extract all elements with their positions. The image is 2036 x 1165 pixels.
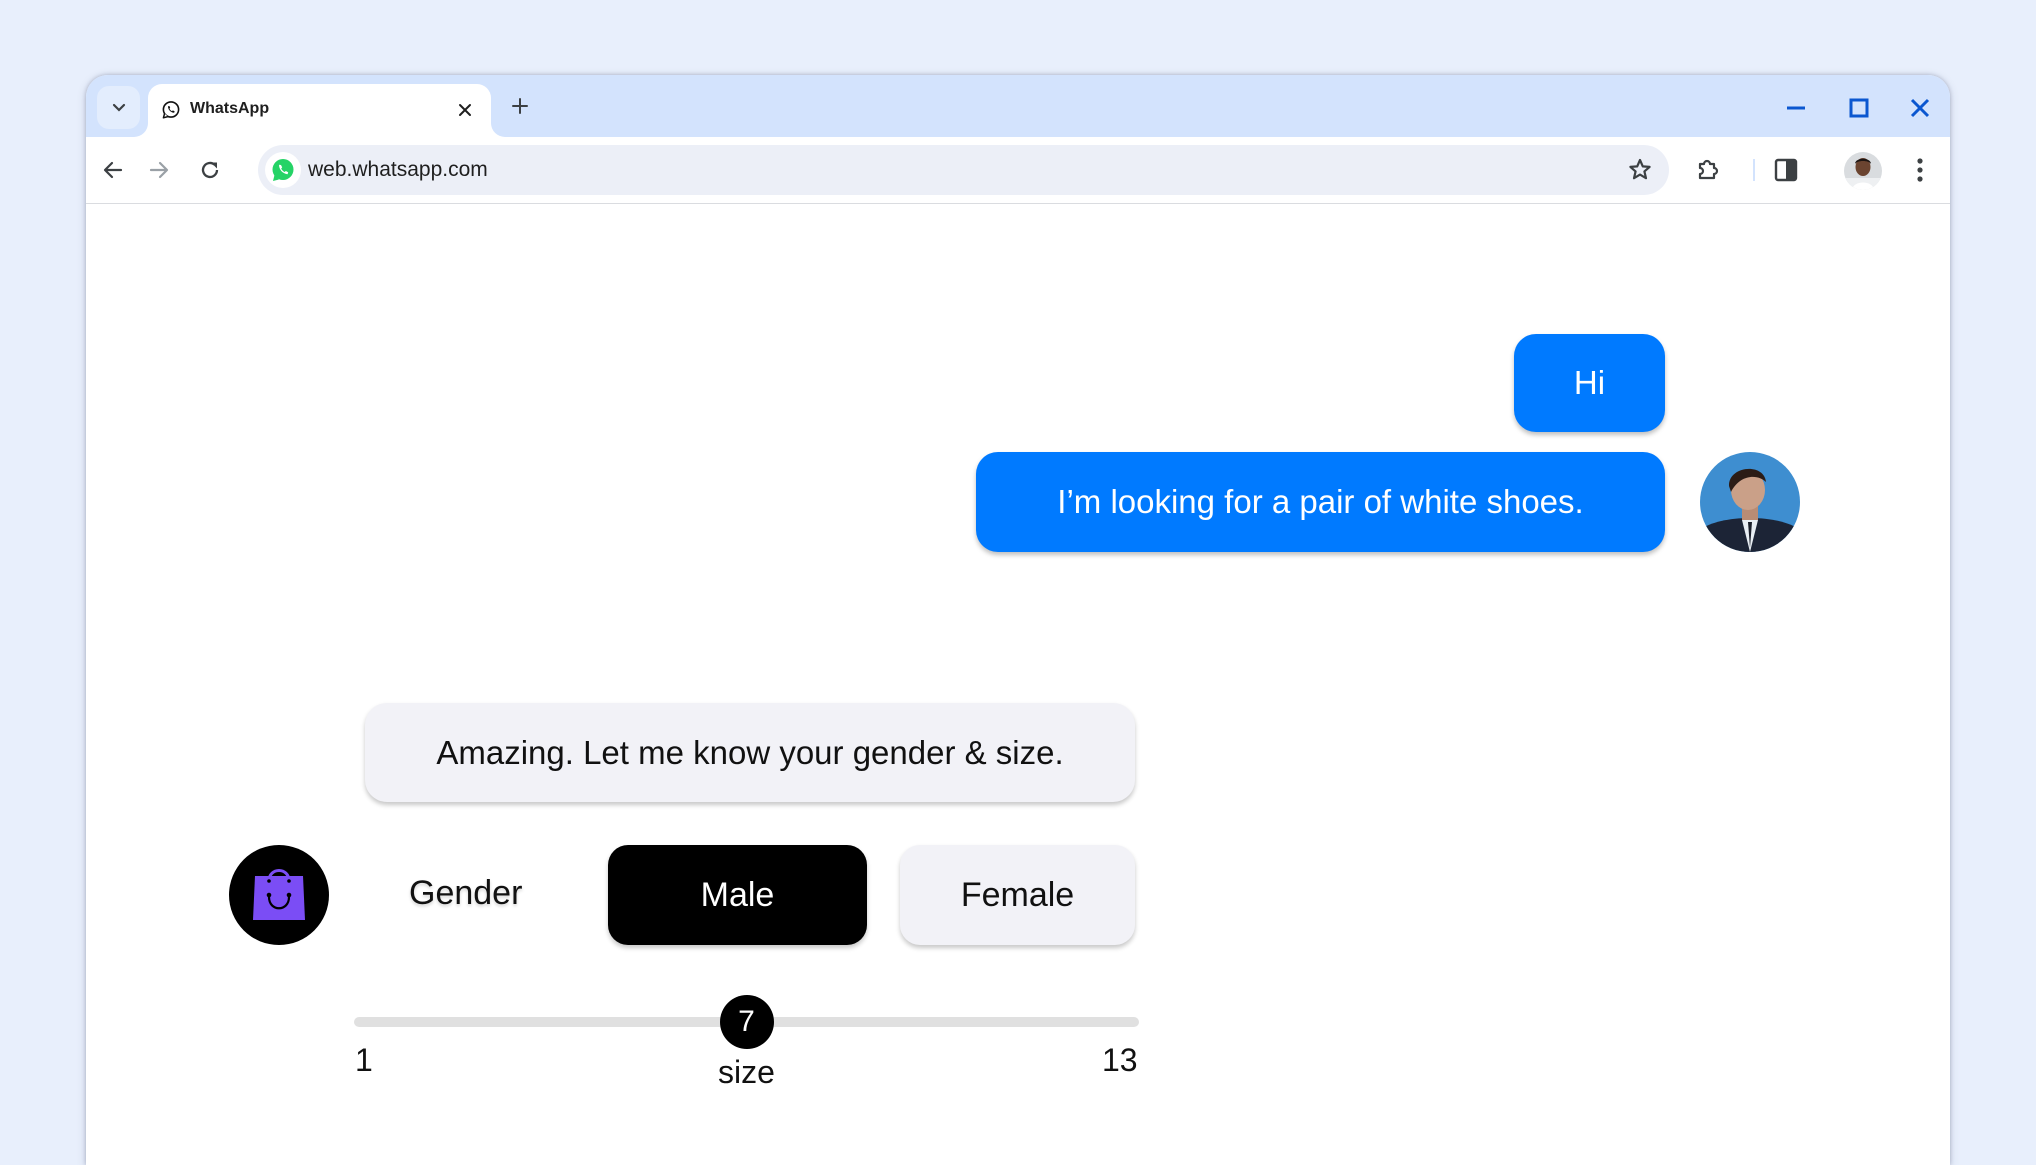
back-button[interactable] xyxy=(97,154,129,186)
maximize-icon xyxy=(1849,98,1869,118)
option-label: Female xyxy=(960,875,1075,914)
browser-window: WhatsApp web.whatsapp.com Hi I’m looking… xyxy=(86,75,1950,1165)
arrow-right-icon xyxy=(149,161,169,179)
message-text: I’m looking for a pair of white shoes. xyxy=(1057,483,1584,520)
address-bar[interactable]: web.whatsapp.com xyxy=(258,145,1669,195)
url-text: web.whatsapp.com xyxy=(308,158,488,181)
slider-min-label: 1 xyxy=(355,1042,373,1078)
side-panel-button[interactable] xyxy=(1770,154,1802,186)
message-text: Hi xyxy=(1573,364,1606,401)
whatsapp-logo-icon xyxy=(272,159,294,181)
user-photo-icon xyxy=(1700,452,1800,552)
slider-value: 7 xyxy=(738,1005,755,1038)
size-slider-thumb[interactable]: 7 xyxy=(719,995,774,1049)
kebab-menu-icon xyxy=(1917,158,1923,182)
new-tab-button[interactable] xyxy=(506,92,534,120)
option-label: Male xyxy=(700,875,775,914)
bot-avatar xyxy=(229,845,329,945)
gender-option-male[interactable]: Male xyxy=(608,845,867,945)
browser-menu-button[interactable] xyxy=(1904,154,1936,186)
puzzle-icon xyxy=(1698,159,1719,180)
chevron-down-icon xyxy=(112,103,125,112)
extensions-button[interactable] xyxy=(1692,154,1724,186)
site-info-button[interactable] xyxy=(265,152,301,188)
reload-button[interactable] xyxy=(194,154,226,186)
message-text: Amazing. Let me know your gender & size. xyxy=(436,733,1064,771)
slider-max-label: 13 xyxy=(1102,1042,1138,1078)
plus-icon xyxy=(512,98,528,114)
gender-label: Gender xyxy=(409,874,523,912)
user-message-bubble: I’m looking for a pair of white shoes. xyxy=(976,452,1665,552)
side-panel-icon xyxy=(1774,158,1798,182)
user-message-bubble: Hi xyxy=(1514,334,1665,432)
close-icon xyxy=(1910,98,1930,118)
close-window-button[interactable] xyxy=(1904,92,1936,124)
bot-message-bubble: Amazing. Let me know your gender & size. xyxy=(365,703,1135,802)
toolbar: web.whatsapp.com xyxy=(86,137,1950,204)
tab-close-button[interactable] xyxy=(453,98,477,122)
chat-area: Hi I’m looking for a pair of white shoes… xyxy=(86,204,1950,1165)
reload-icon xyxy=(201,161,219,179)
profile-photo-icon xyxy=(1844,152,1882,190)
close-icon xyxy=(459,104,471,116)
minimize-button[interactable] xyxy=(1780,92,1812,124)
user-avatar xyxy=(1700,452,1800,552)
minimize-icon xyxy=(1787,106,1805,110)
forward-button[interactable] xyxy=(143,154,175,186)
profile-avatar[interactable] xyxy=(1844,152,1882,190)
gender-option-female[interactable]: Female xyxy=(900,845,1135,945)
whatsapp-icon xyxy=(162,101,180,119)
arrow-left-icon xyxy=(103,161,123,179)
star-icon[interactable] xyxy=(1627,157,1653,183)
tab-whatsapp[interactable]: WhatsApp xyxy=(148,84,491,137)
shopping-bag-icon xyxy=(253,869,305,920)
maximize-button[interactable] xyxy=(1843,92,1875,124)
slider-caption: size xyxy=(718,1054,775,1090)
tab-strip: WhatsApp xyxy=(86,75,1950,137)
toolbar-divider xyxy=(1753,159,1755,181)
tab-title: WhatsApp xyxy=(190,100,270,117)
